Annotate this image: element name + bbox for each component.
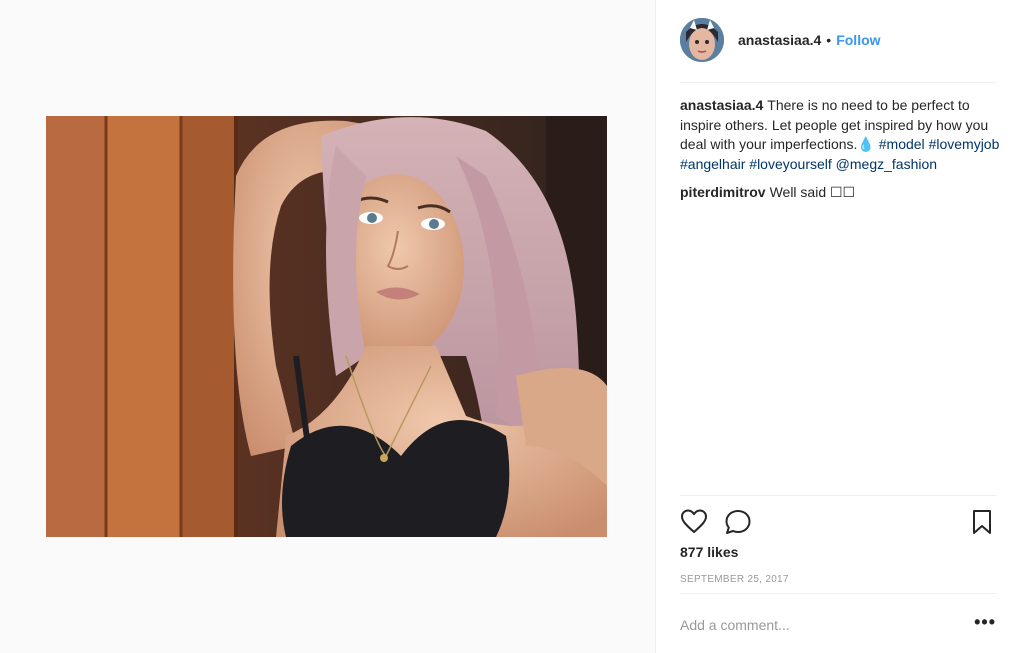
caption-comment: anastasiaa.4 There is no need to be perfe… xyxy=(680,96,1000,174)
comment-text: Well said ☐☐ xyxy=(769,184,856,200)
action-bar xyxy=(680,506,996,536)
comment-form: ••• xyxy=(680,607,996,643)
actions-divider xyxy=(680,495,996,496)
comment-input[interactable] xyxy=(680,617,950,633)
comment-divider xyxy=(680,593,996,594)
avatar[interactable] xyxy=(680,18,724,62)
caption-author-link[interactable]: anastasiaa.4 xyxy=(680,97,763,113)
header-text: anastasiaa.4 • Follow xyxy=(738,32,881,48)
heart-icon[interactable] xyxy=(680,508,708,536)
hashtag-link[interactable]: #loveyourself xyxy=(749,156,832,172)
separator-dot: • xyxy=(826,32,832,48)
likes-count[interactable]: 877 likes xyxy=(680,544,738,560)
post-header: anastasiaa.4 • Follow xyxy=(680,16,996,64)
list-item: piterdimitrov Well said ☐☐ xyxy=(680,183,1000,203)
bookmark-icon[interactable] xyxy=(968,508,996,536)
follow-button[interactable]: Follow xyxy=(836,32,880,48)
hashtag-link[interactable]: #lovemyjob xyxy=(929,136,1000,152)
post-details-panel: anastasiaa.4 • Follow anastasiaa.4 There … xyxy=(655,0,1023,653)
post-photo[interactable] xyxy=(46,116,607,537)
mention-link[interactable]: @megz_fashion xyxy=(836,156,937,172)
more-options-button[interactable]: ••• xyxy=(974,613,996,633)
username-link[interactable]: anastasiaa.4 xyxy=(738,32,821,48)
hashtag-link[interactable]: #model xyxy=(879,136,925,152)
post-date[interactable]: SEPTEMBER 25, 2017 xyxy=(680,574,789,585)
header-divider xyxy=(680,82,996,83)
speech-bubble-icon[interactable] xyxy=(724,508,752,536)
media-pane xyxy=(0,0,655,653)
hashtag-link[interactable]: #angelhair xyxy=(680,156,745,172)
comments-list: anastasiaa.4 There is no need to be perfe… xyxy=(680,96,1000,212)
comment-author-link[interactable]: piterdimitrov xyxy=(680,184,766,200)
